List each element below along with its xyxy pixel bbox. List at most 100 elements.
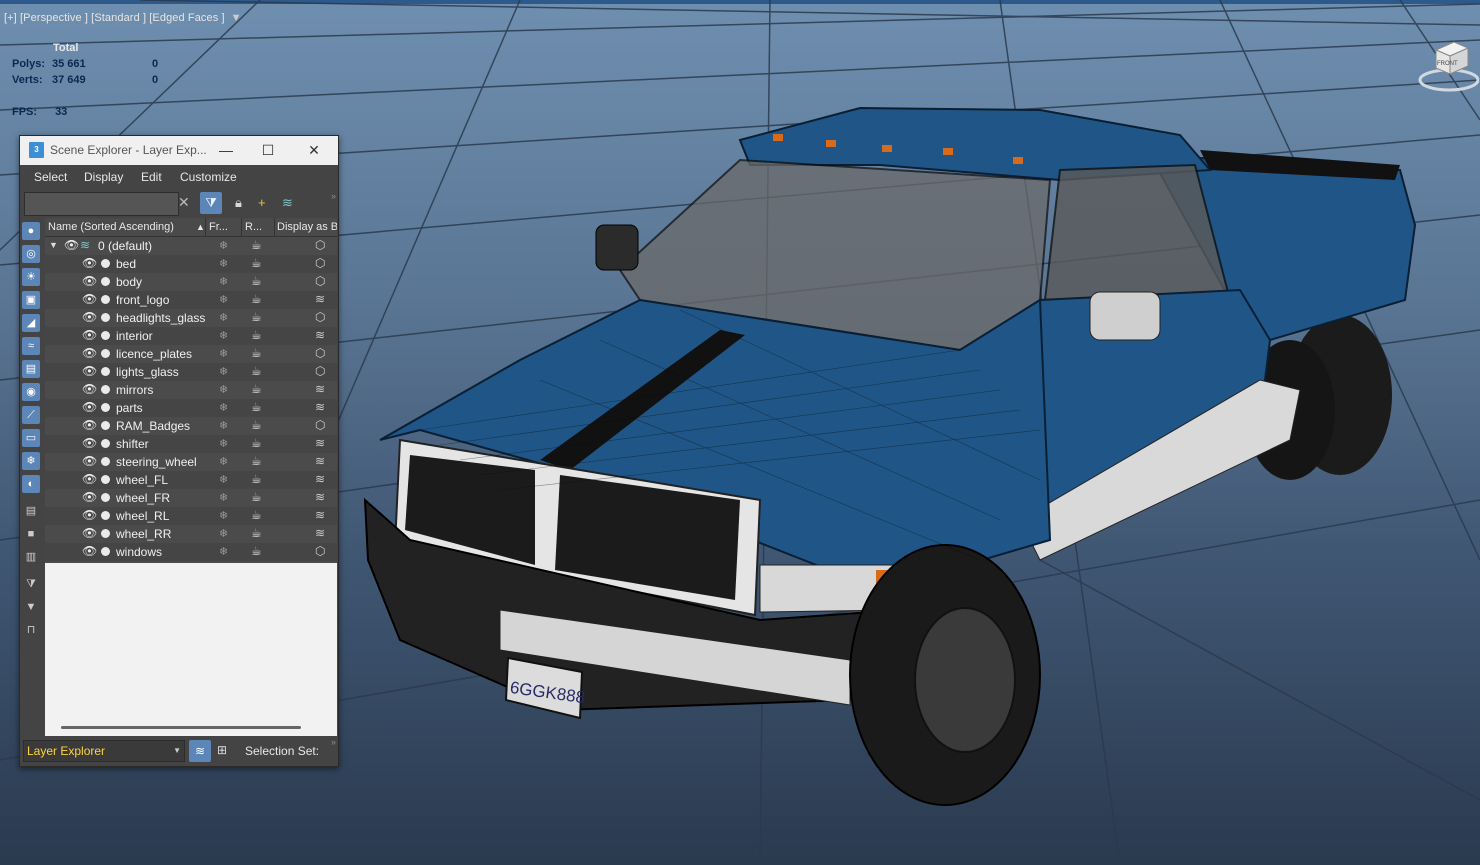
render-teapot-icon[interactable]: ☕︎ [251,544,262,558]
chevron-down-icon[interactable]: ▼ [173,746,181,755]
eye-icon[interactable]: 👁︎ [82,526,97,540]
viewport-label[interactable]: [+] [Perspective ] [Standard ] [Edged Fa… [4,12,242,24]
display-box-icon[interactable]: ⬡ [315,238,325,252]
layer-name[interactable]: wheel_FR [116,491,170,505]
layer-name[interactable]: wheel_FL [116,473,168,487]
freeze-icon[interactable]: ❄ [219,347,228,360]
cameras-filter-icon[interactable]: ▣ [22,291,40,309]
viewport-label-text[interactable]: [+] [Perspective ] [Standard ] [Edged Fa… [4,12,225,24]
column-divider[interactable] [205,218,206,236]
eye-icon[interactable]: 👁︎ [82,472,97,486]
column-header-render[interactable]: R... [245,221,273,233]
hidden-filter-icon[interactable]: ◐ [22,475,40,493]
freeze-icon[interactable]: ❄ [219,275,228,288]
display-stack-icon[interactable]: ≋ [315,454,325,468]
clear-search-icon[interactable]: ✕ [178,194,190,211]
layer-name[interactable]: parts [116,401,143,415]
eye-icon[interactable]: 👁︎ [82,382,97,396]
render-teapot-icon[interactable]: ☕︎ [251,256,262,270]
layer-name[interactable]: interior [116,329,153,343]
display-box-icon[interactable]: ⬡ [315,274,325,288]
layer-row[interactable]: 👁︎ ❄ ☕︎ ⬡ body [45,273,337,291]
containers-filter-icon[interactable]: ▭ [22,429,40,447]
column-divider[interactable] [241,218,242,236]
display-stack-icon[interactable]: ≋ [315,508,325,522]
layer-name[interactable]: bed [116,257,136,271]
render-teapot-icon[interactable]: ☕︎ [251,346,262,360]
render-teapot-icon[interactable]: ☕︎ [251,526,262,540]
layer-row[interactable]: 👁︎ ❄ ☕︎ ≋ shifter [45,435,337,453]
render-teapot-icon[interactable]: ☕︎ [251,472,262,486]
freeze-icon[interactable]: ❄ [219,311,228,324]
freeze-icon[interactable]: ❄ [219,239,228,252]
lock-icon[interactable]: 🔒︎ [235,195,242,211]
selection-set-icon[interactable]: ⊓ [22,621,40,639]
freeze-icon[interactable]: ❄ [219,257,228,270]
freeze-icon[interactable]: ❄ [219,437,228,450]
display-stack-icon[interactable]: ≋ [315,472,325,486]
helpers-filter-icon[interactable]: ◢ [22,314,40,332]
column-header-name[interactable]: Name (Sorted Ascending) [48,221,196,233]
layer-row[interactable]: 👁︎ ❄ ☕︎ ⬡ lights_glass [45,363,337,381]
menu-customize[interactable]: Customize [180,170,237,184]
display-box-icon[interactable]: ⬡ [315,346,325,360]
render-teapot-icon[interactable]: ☕︎ [251,238,262,252]
layer-row[interactable]: 👁︎ ❄ ☕︎ ≋ wheel_RR [45,525,337,543]
bottom-grip-icon[interactable]: » [331,737,336,747]
sort-by-layer-icon[interactable]: ≋ [189,740,211,762]
layers-icon[interactable]: ≋ [282,195,293,211]
layer-row-default[interactable]: ▼ 👁︎ ≋ 0 (default) ❄ ☕︎ ⬡ [45,237,337,255]
layer-row[interactable]: 👁︎ ❄ ☕︎ ⬡ licence_plates [45,345,337,363]
display-stack-icon[interactable]: ≋ [315,526,325,540]
layer-row[interactable]: 👁︎ ❄ ☕︎ ≋ interior [45,327,337,345]
freeze-icon[interactable]: ❄ [219,329,228,342]
render-teapot-icon[interactable]: ☕︎ [251,292,262,306]
layer-row[interactable]: 👁︎ ❄ ☕︎ ≋ parts [45,399,337,417]
bones-filter-icon[interactable]: ⟋ [22,406,40,424]
layer-row[interactable]: 👁︎ ❄ ☕︎ ≋ wheel_FL [45,471,337,489]
layer-name[interactable]: RAM_Badges [116,419,190,433]
filter-toggle-icon[interactable]: ⧩ [200,192,222,214]
layer-name[interactable]: 0 (default) [98,239,152,253]
eye-icon[interactable]: 👁︎ [82,508,97,522]
horizontal-scrollbar[interactable] [61,726,301,729]
filter-icon[interactable]: ▼ [22,598,40,616]
render-teapot-icon[interactable]: ☕︎ [251,400,262,414]
invert-display-icon[interactable]: ▥ [22,548,40,566]
render-teapot-icon[interactable]: ☕︎ [251,328,262,342]
freeze-icon[interactable]: ❄ [219,527,228,540]
layer-row[interactable]: 👁︎ ❄ ☕︎ ⬡ headlights_glass [45,309,337,327]
geometry-filter-icon[interactable]: ● [22,222,40,240]
sort-by-hierarchy-icon[interactable]: ⊞ [217,743,227,757]
eye-icon[interactable]: 👁︎ [82,256,97,270]
layer-name[interactable]: body [116,275,142,289]
display-stack-icon[interactable]: ≋ [315,382,325,396]
spacewarps-filter-icon[interactable]: ≈ [22,337,40,355]
render-teapot-icon[interactable]: ☕︎ [251,508,262,522]
layer-row[interactable]: 👁︎ ❄ ☕︎ ≋ mirrors [45,381,337,399]
eye-icon[interactable]: 👁︎ [82,328,97,342]
shapes-filter-icon[interactable]: ◎ [22,245,40,263]
scene-explorer-titlebar[interactable]: 3 Scene Explorer - Layer Exp... — ☐ ✕ [20,136,338,165]
scene-explorer-window[interactable]: 3 Scene Explorer - Layer Exp... — ☐ ✕ Se… [19,135,339,767]
layer-name[interactable]: headlights_glass [116,311,205,325]
eye-icon[interactable]: 👁︎ [82,310,97,324]
eye-icon[interactable]: 👁︎ [82,292,97,306]
display-box-icon[interactable]: ⬡ [315,418,325,432]
display-stack-icon[interactable]: ≋ [315,400,325,414]
layer-row[interactable]: 👁︎ ❄ ☕︎ ⬡ windows [45,543,337,561]
render-teapot-icon[interactable]: ☕︎ [251,454,262,468]
freeze-icon[interactable]: ❄ [219,455,228,468]
eye-icon[interactable]: 👁︎ [82,454,97,468]
maximize-button[interactable]: ☐ [248,136,288,165]
freeze-icon[interactable]: ❄ [219,545,228,558]
search-input[interactable] [24,192,179,216]
layer-name[interactable]: front_logo [116,293,169,307]
column-header-display[interactable]: Display as B [277,221,337,233]
layer-name[interactable]: shifter [116,437,149,451]
eye-icon[interactable]: 👁︎ [82,436,97,450]
render-teapot-icon[interactable]: ☕︎ [251,364,262,378]
render-teapot-icon[interactable]: ☕︎ [251,382,262,396]
layer-name[interactable]: steering_wheel [116,455,197,469]
display-stack-icon[interactable]: ≋ [315,490,325,504]
